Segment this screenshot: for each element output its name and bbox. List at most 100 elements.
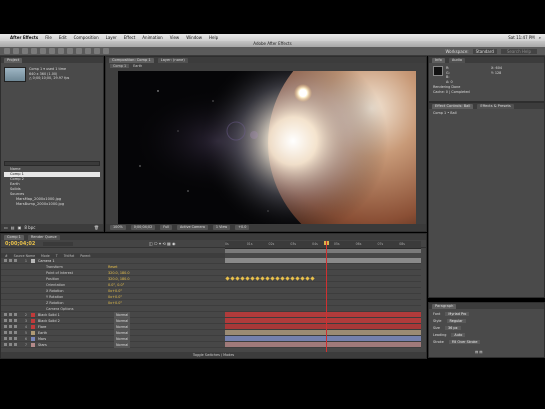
- paragraph-row-value[interactable]: Auto: [451, 333, 466, 337]
- speaker-icon[interactable]: [9, 325, 12, 328]
- tab-effects-presets[interactable]: Effects & Presets: [477, 103, 514, 109]
- layer-label-color[interactable]: [31, 301, 35, 305]
- menu-composition[interactable]: Composition: [74, 35, 99, 40]
- speaker-icon[interactable]: [9, 313, 12, 316]
- av-switches[interactable]: [1, 331, 21, 334]
- layer-label-color[interactable]: [31, 283, 35, 287]
- menu-file[interactable]: File: [45, 35, 52, 40]
- layer-label-color[interactable]: [31, 258, 35, 263]
- eye-icon[interactable]: [4, 331, 7, 334]
- lock-icon[interactable]: [14, 325, 17, 328]
- blend-mode[interactable]: Normal: [114, 341, 131, 348]
- tab-info[interactable]: Info: [432, 57, 445, 63]
- keyframe[interactable]: [295, 276, 300, 281]
- lock-icon[interactable]: [14, 331, 17, 334]
- layer-label-color[interactable]: [31, 295, 35, 299]
- speaker-icon[interactable]: [9, 259, 12, 262]
- menu-app-name[interactable]: After Effects: [10, 35, 38, 40]
- eye-icon[interactable]: [4, 325, 7, 328]
- layer-label-color[interactable]: [31, 271, 35, 275]
- rotate-tool-icon[interactable]: [31, 48, 37, 54]
- keyframe[interactable]: [290, 276, 295, 281]
- hand-tool-icon[interactable]: [13, 48, 19, 54]
- paragraph-row-value[interactable]: Myriad Pro: [445, 312, 470, 316]
- layer-label-color[interactable]: [31, 330, 35, 335]
- lock-icon[interactable]: [14, 337, 17, 340]
- tab-layer[interactable]: Layer: (none): [157, 57, 188, 63]
- menu-help[interactable]: Help: [209, 35, 218, 40]
- new-folder-icon[interactable]: ▤: [11, 225, 15, 230]
- paragraph-row-value[interactable]: Regular: [446, 319, 466, 323]
- zoom-tool-icon[interactable]: [22, 48, 28, 54]
- tab-project[interactable]: Project: [4, 57, 23, 63]
- layer-label-color[interactable]: [31, 324, 35, 329]
- crumb-comp[interactable]: Comp 1: [110, 64, 130, 68]
- menu-animation[interactable]: Animation: [142, 35, 162, 40]
- clone-tool-icon[interactable]: [94, 48, 100, 54]
- eye-icon[interactable]: [4, 343, 7, 346]
- pen-tool-icon[interactable]: [67, 48, 73, 54]
- lock-icon[interactable]: [14, 313, 17, 316]
- property-value[interactable]: 0x+0.0°: [108, 300, 138, 306]
- pan-behind-tool-icon[interactable]: [49, 48, 55, 54]
- trash-icon[interactable]: 🗑: [94, 225, 99, 230]
- layer-label-color[interactable]: [31, 342, 35, 347]
- keyframe[interactable]: [310, 276, 315, 281]
- toggle-switches-modes[interactable]: Toggle Switches / Modes: [1, 352, 426, 358]
- menu-edit[interactable]: Edit: [59, 35, 67, 40]
- paragraph-align-icon[interactable]: ▤ ▤: [475, 350, 483, 355]
- keyframe[interactable]: [300, 276, 305, 281]
- av-switches[interactable]: [1, 325, 21, 328]
- keyframe[interactable]: [285, 276, 290, 281]
- lock-icon[interactable]: [14, 343, 17, 346]
- viewer-footer-control[interactable]: 0;00;04;02: [130, 225, 156, 230]
- crumb-layer[interactable]: Earth: [133, 64, 142, 68]
- tab-comp-timeline[interactable]: Comp 1: [4, 234, 24, 240]
- eye-icon[interactable]: [4, 337, 7, 340]
- layer-label-color[interactable]: [31, 312, 35, 317]
- speaker-icon[interactable]: [9, 331, 12, 334]
- workspace-value[interactable]: Standard: [472, 49, 497, 54]
- av-switches[interactable]: [1, 319, 21, 322]
- viewer-footer-control[interactable]: 100%: [110, 225, 126, 230]
- keyframe[interactable]: [280, 276, 285, 281]
- tab-audio[interactable]: Audio: [448, 57, 466, 63]
- layer-row[interactable]: 7 Stars Normal: [1, 341, 225, 348]
- layer-duration-bar[interactable]: [225, 258, 421, 263]
- viewer-footer-control[interactable]: 1 View: [212, 225, 231, 230]
- layer-label-color[interactable]: [31, 277, 35, 281]
- layer-label-color[interactable]: [31, 265, 35, 269]
- tab-effect-controls[interactable]: Effect Controls: Ball: [432, 103, 474, 109]
- layer-track[interactable]: [225, 342, 421, 348]
- speaker-icon[interactable]: [9, 319, 12, 322]
- project-search-input[interactable]: [4, 161, 100, 166]
- keyframe[interactable]: [305, 276, 310, 281]
- av-switches[interactable]: [1, 313, 21, 316]
- menu-view[interactable]: View: [170, 35, 180, 40]
- lock-icon[interactable]: [14, 319, 17, 322]
- layer-duration-bar[interactable]: [225, 318, 421, 323]
- help-search-input[interactable]: Search Help: [500, 49, 537, 54]
- av-switches[interactable]: [1, 259, 21, 262]
- keyframe[interactable]: [235, 276, 240, 281]
- keyframe[interactable]: [230, 276, 235, 281]
- keyframe[interactable]: [270, 276, 275, 281]
- viewer-footer-control[interactable]: Active Camera: [177, 225, 208, 230]
- eraser-tool-icon[interactable]: [103, 48, 109, 54]
- current-timecode[interactable]: 0;00;04;02: [5, 241, 35, 247]
- layer-duration-bar[interactable]: [225, 342, 421, 347]
- current-time-indicator[interactable]: [326, 241, 327, 358]
- bpc-toggle[interactable]: 8 bpc: [24, 225, 35, 230]
- speaker-icon[interactable]: [9, 343, 12, 346]
- menu-layer[interactable]: Layer: [106, 35, 117, 40]
- keyframe[interactable]: [255, 276, 260, 281]
- workspace-selector[interactable]: Workspace: Standard Search Help: [445, 49, 537, 54]
- layer-label-color[interactable]: [31, 336, 35, 341]
- spotlight-icon[interactable]: ⌕: [539, 35, 541, 40]
- layer-label-color[interactable]: [31, 289, 35, 293]
- menu-window[interactable]: Window: [186, 35, 202, 40]
- menu-effect[interactable]: Effect: [124, 35, 136, 40]
- keyframe[interactable]: [275, 276, 280, 281]
- layer-label-color[interactable]: [31, 318, 35, 323]
- paragraph-row-value[interactable]: 36 px: [444, 326, 461, 330]
